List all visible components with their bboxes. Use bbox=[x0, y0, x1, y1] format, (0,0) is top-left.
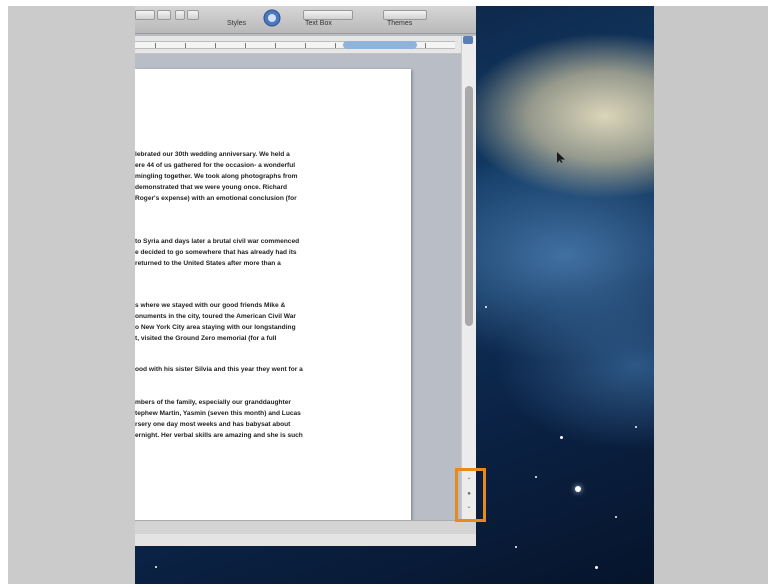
right-gray-margin bbox=[654, 6, 768, 584]
status-bar bbox=[135, 520, 476, 534]
document-canvas[interactable]: lebrated our 30th wedding anniversary. W… bbox=[135, 55, 461, 520]
paragraph-1[interactable]: lebrated our 30th wedding anniversary. W… bbox=[135, 149, 405, 204]
themes-control[interactable] bbox=[383, 10, 427, 20]
ruler-tick bbox=[155, 43, 156, 48]
text-line: lebrated our 30th wedding anniversary. W… bbox=[135, 151, 290, 158]
scroll-up-button[interactable] bbox=[463, 36, 473, 44]
themes-label[interactable]: Themes bbox=[387, 20, 412, 27]
toolbar: Styles Text Box Themes bbox=[135, 6, 476, 34]
textbox-control[interactable] bbox=[303, 10, 353, 20]
paragraph-2[interactable]: to Syria and days later a brutal civil w… bbox=[135, 236, 405, 269]
text-line: mbers of the family, especially our gran… bbox=[135, 399, 291, 406]
toolbar-control[interactable] bbox=[175, 10, 185, 20]
text-line: ere 44 of us gathered for the occasion- … bbox=[135, 162, 296, 169]
word-processor-window: Styles Text Box Themes lebrated our 30th… bbox=[135, 6, 476, 546]
star bbox=[535, 476, 537, 478]
star bbox=[485, 306, 487, 308]
toolbar-control[interactable] bbox=[187, 10, 199, 20]
text-line: o New York City area staying with our lo… bbox=[135, 324, 296, 331]
ruler-tick bbox=[425, 43, 426, 48]
window-bottom-edge bbox=[135, 534, 476, 546]
text-line: rsery one day most weeks and has babysat… bbox=[135, 421, 291, 428]
toolbar-control[interactable] bbox=[135, 10, 155, 20]
star bbox=[595, 566, 598, 569]
text-line: to Syria and days later a brutal civil w… bbox=[135, 238, 300, 245]
vertical-scrollbar[interactable] bbox=[461, 36, 476, 520]
scrollbar-thumb[interactable] bbox=[465, 86, 473, 326]
ruler-margin-selection[interactable] bbox=[343, 41, 417, 49]
paragraph-5[interactable]: mbers of the family, especially our gran… bbox=[135, 397, 405, 441]
text-line: ood with his sister Silvia and this year… bbox=[135, 366, 303, 373]
paragraph-4[interactable]: ood with his sister Silvia and this year… bbox=[135, 364, 405, 375]
text-box-label[interactable]: Text Box bbox=[305, 20, 332, 27]
star bbox=[615, 516, 617, 518]
star bbox=[575, 486, 581, 492]
star bbox=[635, 426, 637, 428]
text-line: demonstrated that we were young once. Ri… bbox=[135, 184, 288, 191]
styles-icon[interactable] bbox=[263, 9, 281, 31]
document-page[interactable]: lebrated our 30th wedding anniversary. W… bbox=[135, 69, 411, 520]
text-line: returned to the United States after more… bbox=[135, 260, 281, 267]
paragraph-3[interactable]: s where we stayed with our good friends … bbox=[135, 300, 405, 344]
text-line: e decided to go somewhere that has alrea… bbox=[135, 249, 297, 256]
ruler-tick bbox=[245, 43, 246, 48]
text-line: tephew Martin, Yasmin (seven this month)… bbox=[135, 410, 301, 417]
text-line: mingling together. We took along photogr… bbox=[135, 173, 298, 180]
text-line: ernight. Her verbal skills are amazing a… bbox=[135, 432, 303, 439]
toolbar-control[interactable] bbox=[157, 10, 171, 20]
orange-highlight-box bbox=[455, 468, 486, 522]
text-line: Roger's expense) with an emotional concl… bbox=[135, 195, 297, 202]
styles-label[interactable]: Styles bbox=[227, 20, 246, 27]
ruler-tick bbox=[305, 43, 306, 48]
text-line: s where we stayed with our good friends … bbox=[135, 302, 286, 309]
star bbox=[515, 546, 517, 548]
ruler-tick bbox=[335, 43, 336, 48]
left-gray-margin bbox=[8, 6, 135, 584]
ruler-tick bbox=[215, 43, 216, 48]
ruler-tick bbox=[185, 43, 186, 48]
horizontal-ruler[interactable] bbox=[135, 36, 476, 54]
star bbox=[560, 436, 563, 439]
text-line: onuments in the city, toured the America… bbox=[135, 313, 296, 320]
star bbox=[155, 566, 157, 568]
ruler-tick bbox=[275, 43, 276, 48]
text-line: t, visited the Ground Zero memorial (for… bbox=[135, 335, 277, 342]
